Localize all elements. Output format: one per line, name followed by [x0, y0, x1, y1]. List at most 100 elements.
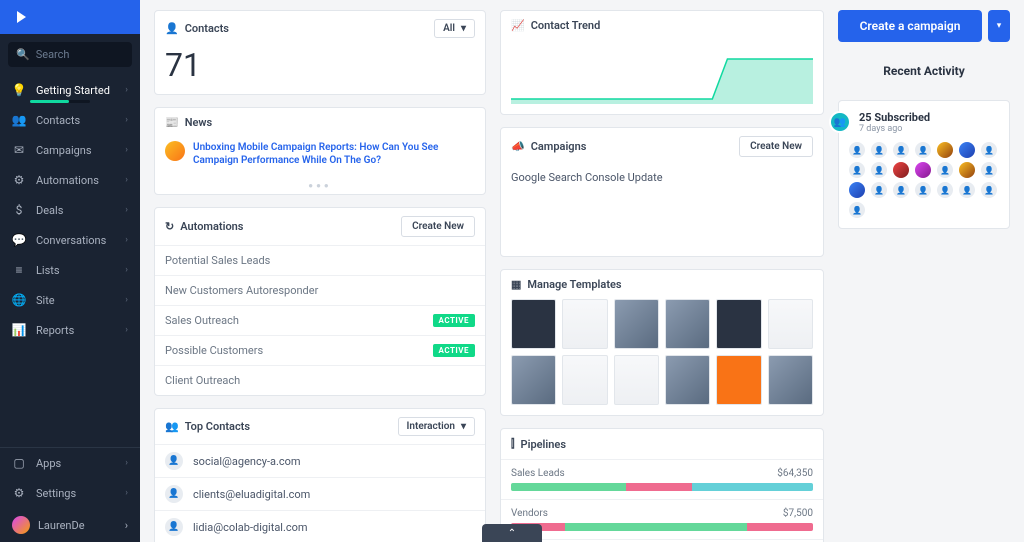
nav-icon: ✉	[12, 143, 26, 157]
subscriber-avatar[interactable]: 👤	[915, 142, 931, 158]
pipelines-title: Pipelines	[521, 438, 566, 451]
create-campaign-primary-button[interactable]: Create a campaign	[838, 10, 982, 42]
create-automation-button[interactable]: Create New	[401, 216, 475, 237]
activity-title: 25 Subscribed	[859, 111, 930, 124]
automation-row[interactable]: Potential Sales Leads	[155, 245, 485, 275]
sidebar-item-campaigns[interactable]: ✉Campaigns›	[0, 135, 140, 165]
chevron-down-icon: ▾	[461, 23, 466, 34]
news-headline[interactable]: Unboxing Mobile Campaign Reports: How Ca…	[193, 141, 475, 167]
chevron-down-icon: ▾	[461, 421, 466, 432]
sidebar-item-conversations[interactable]: 💬Conversations›	[0, 225, 140, 255]
chevron-right-icon: ›	[125, 458, 128, 468]
subscriber-avatar[interactable]: 👤	[849, 162, 865, 178]
nav-icon: ⚙	[12, 486, 26, 500]
sidebar-item-site[interactable]: 🌐Site›	[0, 285, 140, 315]
search-input[interactable]: 🔍 Search	[8, 42, 132, 67]
campaign-dropdown-button[interactable]: ▾	[988, 10, 1010, 42]
template-thumbnail[interactable]	[768, 299, 813, 349]
automation-row[interactable]: Sales OutreachACTIVE	[155, 305, 485, 335]
template-thumbnail[interactable]	[665, 299, 710, 349]
person-icon: 👤	[165, 22, 179, 35]
trend-title: Contact Trend	[531, 19, 601, 32]
subscriber-avatar[interactable]: 👤	[981, 142, 997, 158]
chevron-right-icon: ›	[125, 295, 128, 305]
chevron-right-icon: ›	[125, 175, 128, 185]
template-thumbnail[interactable]	[716, 355, 761, 405]
sidebar-item-getting-started[interactable]: 💡Getting Started›	[0, 75, 140, 105]
subscriber-avatar[interactable]: 👤	[893, 182, 909, 198]
chevron-right-icon: ›	[125, 519, 128, 532]
subscriber-avatar[interactable]: 👤	[981, 162, 997, 178]
template-thumbnail[interactable]	[614, 299, 659, 349]
subscriber-avatar[interactable]: 👤	[849, 202, 865, 218]
campaign-item[interactable]: Google Search Console Update	[501, 165, 823, 190]
sidebar-item-lists[interactable]: ≡Lists›	[0, 255, 140, 285]
pipelines-card: ⫿ Pipelines Sales Leads$64,350Vendors$7,…	[500, 428, 824, 542]
chevron-right-icon: ›	[125, 265, 128, 275]
trend-card: 📈 Contact Trend	[500, 10, 824, 115]
template-thumbnail[interactable]	[716, 299, 761, 349]
automation-row[interactable]: New Customers Autoresponder	[155, 275, 485, 305]
subscriber-avatar[interactable]: 👤	[871, 162, 887, 178]
user-menu[interactable]: LaurenDe ›	[0, 508, 140, 542]
automation-row[interactable]: Client Outreach	[155, 365, 485, 395]
top-contacts-card: 👥 Top Contacts Interaction ▾ 👤social@age…	[154, 408, 486, 542]
sidebar-item-deals[interactable]: $Deals›	[0, 195, 140, 225]
subscriber-avatar[interactable]: 👤	[937, 182, 953, 198]
subscriber-avatar[interactable]: 👤	[849, 142, 865, 158]
template-thumbnail[interactable]	[768, 355, 813, 405]
template-thumbnail[interactable]	[562, 299, 607, 349]
pipeline-row[interactable]: Sales Leads$64,350	[501, 459, 823, 499]
subscriber-avatar[interactable]: 👤	[871, 182, 887, 198]
contact-row[interactable]: 👤lidia@colab-digital.com	[155, 510, 485, 542]
nav-icon: ▢	[12, 456, 26, 470]
template-thumbnail[interactable]	[665, 355, 710, 405]
subscriber-avatar[interactable]	[959, 162, 975, 178]
subscriber-avatar[interactable]: 👤	[893, 142, 909, 158]
subscriber-avatar[interactable]: 👤	[871, 142, 887, 158]
sidebar-item-apps[interactable]: ▢Apps›	[0, 448, 140, 478]
template-thumbnail[interactable]	[511, 355, 556, 405]
search-placeholder: Search	[36, 48, 70, 61]
subscriber-avatar[interactable]	[937, 142, 953, 158]
refresh-icon: ↻	[165, 220, 174, 233]
username: LaurenDe	[38, 519, 85, 532]
pagination-dots[interactable]: ●●●	[155, 177, 485, 194]
nav-icon: 💬	[12, 233, 26, 247]
top-contacts-sort[interactable]: Interaction ▾	[398, 417, 475, 436]
chevron-right-icon: ›	[125, 488, 128, 498]
sidebar-item-contacts[interactable]: 👥Contacts›	[0, 105, 140, 135]
subscriber-avatar[interactable]	[915, 162, 931, 178]
subscriber-avatar[interactable]	[849, 182, 865, 198]
nav: 💡Getting Started›👥Contacts›✉Campaigns›⚙A…	[0, 75, 140, 447]
automations-card: ↻ Automations Create New Potential Sales…	[154, 207, 486, 396]
create-campaign-button[interactable]: Create New	[739, 136, 813, 157]
contact-avatar: 👤	[165, 518, 183, 536]
automation-row[interactable]: Possible CustomersACTIVE	[155, 335, 485, 365]
contact-row[interactable]: 👤social@agency-a.com	[155, 444, 485, 477]
contacts-title: Contacts	[185, 22, 229, 35]
template-thumbnail[interactable]	[511, 299, 556, 349]
contacts-filter[interactable]: All ▾	[434, 19, 475, 38]
template-thumbnail[interactable]	[562, 355, 607, 405]
subscriber-avatar[interactable]	[959, 142, 975, 158]
logo[interactable]	[0, 0, 140, 34]
contact-row[interactable]: 👤clients@eluadigital.com	[155, 477, 485, 510]
subscriber-avatar[interactable]	[893, 162, 909, 178]
subscriber-avatar[interactable]: 👤	[937, 162, 953, 178]
subscriber-avatar[interactable]: 👤	[981, 182, 997, 198]
sidebar-item-automations[interactable]: ⚙Automations›	[0, 165, 140, 195]
subscriber-avatar[interactable]: 👤	[959, 182, 975, 198]
bottom-drawer-handle[interactable]: ⌃	[482, 524, 542, 542]
pipeline-row[interactable]: Vendors$7,500	[501, 499, 823, 539]
contact-avatar: 👤	[165, 485, 183, 503]
template-thumbnail[interactable]	[614, 355, 659, 405]
sidebar-item-settings[interactable]: ⚙Settings›	[0, 478, 140, 508]
grid-icon: ▦	[511, 278, 521, 291]
news-avatar	[165, 141, 185, 161]
sidebar-item-reports[interactable]: 📊Reports›	[0, 315, 140, 345]
active-badge: ACTIVE	[433, 344, 475, 357]
subscriber-avatar[interactable]: 👤	[915, 182, 931, 198]
nav-icon: 💡	[12, 83, 26, 97]
chevron-right-icon: ›	[125, 85, 128, 95]
